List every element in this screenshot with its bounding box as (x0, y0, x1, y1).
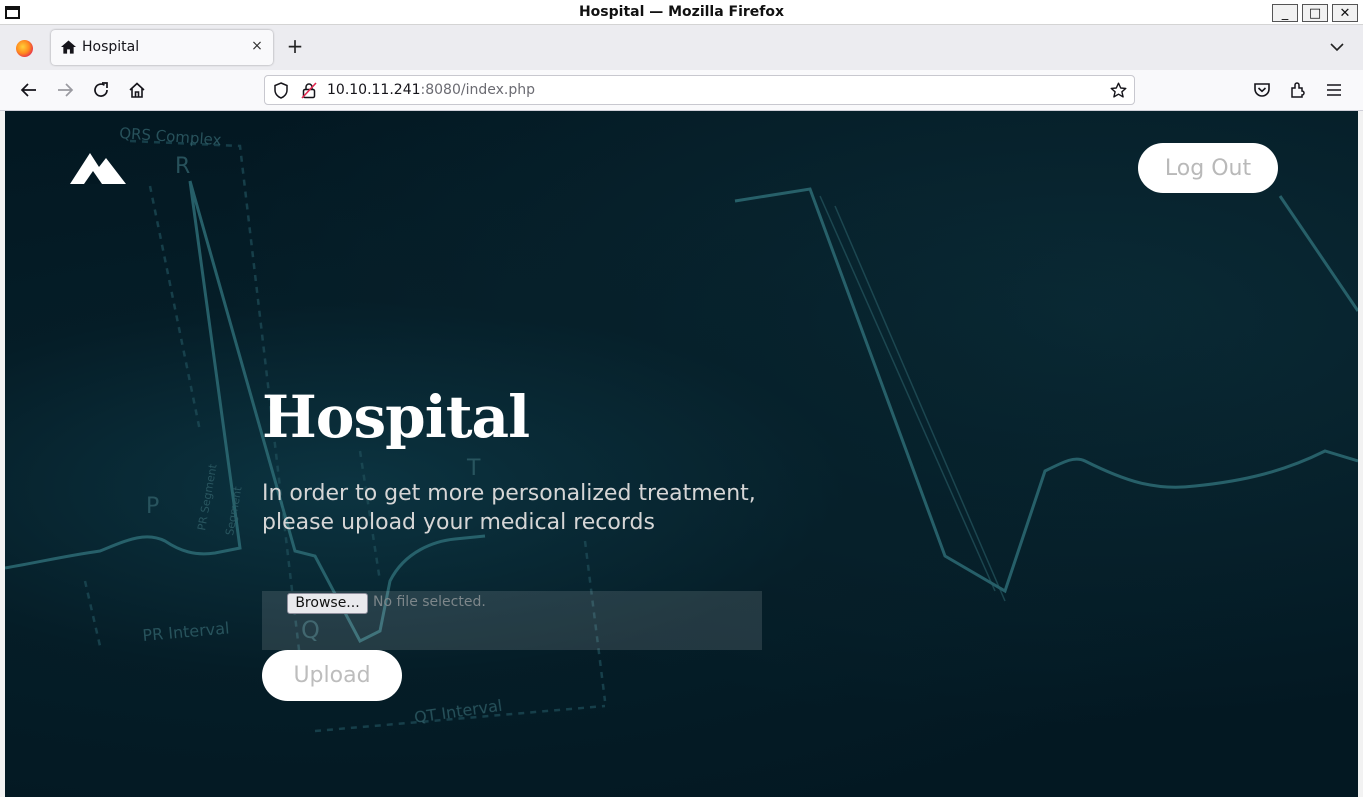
file-status-text: No file selected. (373, 594, 486, 610)
file-input-area[interactable]: Browse... No file selected. (262, 591, 762, 650)
tab-strip: Hospital × + (0, 25, 1363, 70)
ecg-r-label: R (175, 154, 190, 179)
pocket-icon[interactable] (1252, 80, 1272, 100)
window-title: Hospital — Mozilla Firefox (578, 4, 785, 20)
mountain-logo-icon[interactable] (70, 153, 126, 184)
bookmark-star-icon[interactable] (1110, 82, 1127, 99)
ecg-pr-interval-label: PR Interval (142, 618, 230, 645)
insecure-lock-icon[interactable] (301, 82, 317, 99)
app-menu-icon[interactable] (1324, 80, 1344, 100)
reload-icon[interactable] (91, 80, 111, 100)
window-titlebar: Hospital — Mozilla Firefox _ □ ✕ (0, 0, 1363, 25)
close-window-button[interactable]: ✕ (1332, 4, 1358, 22)
maximize-button[interactable]: □ (1302, 4, 1328, 22)
hospital-page: QRS Complex R P T Q PR Interval QT Inter… (5, 111, 1358, 797)
ecg-pr-segment-label: PR Segment (195, 462, 220, 531)
ecg-qrs-label: QRS Complex (119, 124, 222, 149)
back-icon[interactable] (19, 80, 39, 100)
minimize-button[interactable]: _ (1272, 4, 1298, 22)
ecg-p-label: P (146, 494, 159, 519)
ecg-st-segment-label: Segment (223, 485, 245, 537)
url-host: 10.10.11.241 (327, 82, 421, 98)
page-title: Hospital (262, 383, 530, 451)
tab-label: Hospital (82, 39, 140, 55)
ecg-qt-interval-label: QT Interval (413, 696, 504, 727)
upload-instructions-line-1: In order to get more personalized treatm… (262, 481, 756, 506)
url-text[interactable]: 10.10.11.241:8080/index.php (327, 82, 535, 98)
firefox-view-icon[interactable] (16, 40, 33, 57)
upload-instructions: In order to get more personalized treatm… (262, 479, 822, 537)
home-favicon-icon (61, 40, 76, 54)
extensions-icon[interactable] (1288, 80, 1308, 100)
browse-button[interactable]: Browse... (287, 593, 368, 614)
page-right-border (1358, 111, 1363, 797)
upload-instructions-line-2: please upload your medical records (262, 510, 655, 535)
forward-icon[interactable] (55, 80, 75, 100)
url-bar[interactable]: 10.10.11.241:8080/index.php (264, 75, 1135, 105)
url-path: :8080/index.php (420, 82, 535, 98)
tracking-protection-shield-icon[interactable] (273, 82, 289, 99)
logout-button[interactable]: Log Out (1138, 143, 1278, 193)
ecg-background-illustration: QRS Complex R P T Q PR Interval QT Inter… (5, 124, 1358, 733)
upload-button[interactable]: Upload (262, 650, 402, 701)
new-tab-button[interactable]: + (285, 36, 305, 58)
list-all-tabs-icon[interactable] (1328, 38, 1346, 56)
tab-close-icon[interactable]: × (249, 38, 265, 56)
home-icon[interactable] (127, 80, 147, 100)
ecg-t-label: T (466, 456, 481, 481)
navigation-bar: 10.10.11.241:8080/index.php (0, 70, 1363, 111)
tab-hospital[interactable]: Hospital × (51, 30, 273, 65)
